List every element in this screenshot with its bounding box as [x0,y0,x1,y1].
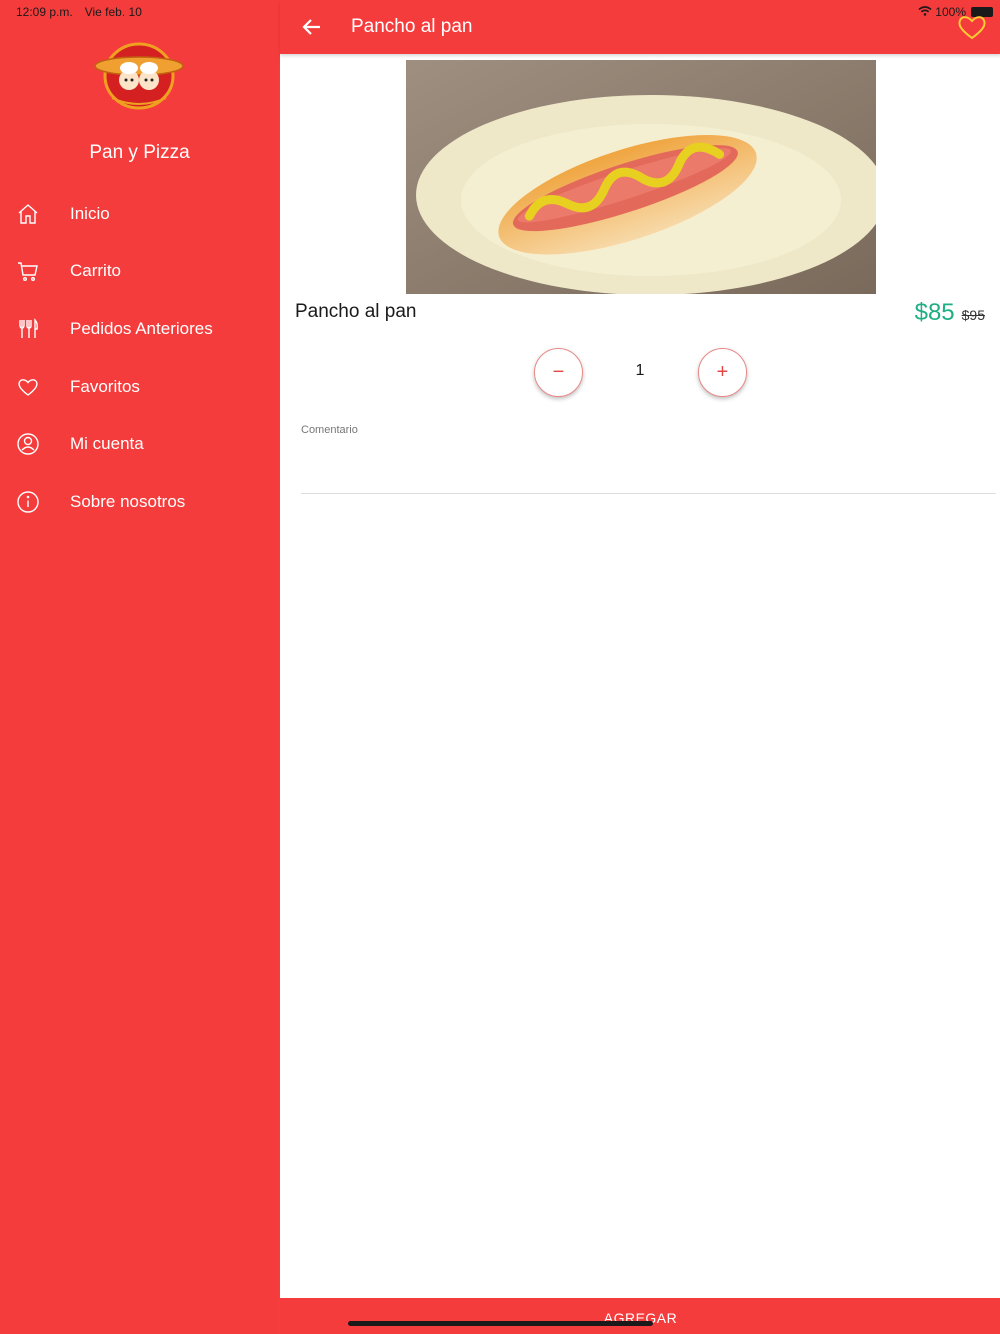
quantity-decrease-button[interactable]: − [534,348,583,397]
cutlery-icon [15,316,41,342]
sidebar: 12:09 p.m. Vie feb. 10 Pan y Pizza Inici… [0,0,279,1334]
sidebar-item-pedidos-anteriores[interactable]: Pedidos Anteriores [0,300,279,358]
add-button[interactable]: AGREGAR [280,1298,1000,1334]
back-button[interactable] [300,15,324,39]
heart-icon [15,374,41,400]
minus-icon: − [552,361,565,383]
product-image [406,60,876,294]
home-indicator [348,1321,653,1326]
main-content: Pancho al pan 100% Pancho al pan $85 $95… [279,0,1000,1334]
favorite-button[interactable] [955,11,989,41]
product-price: $85 [914,299,955,326]
quantity-increase-button[interactable]: + [698,348,747,397]
brand-logo [94,38,184,110]
sidebar-item-mi-cuenta[interactable]: Mi cuenta [0,415,279,473]
product-old-price: $95 [961,307,985,323]
sidebar-item-label: Mi cuenta [70,434,144,454]
status-time: 12:09 p.m. [16,5,73,19]
price-box: $85 $95 [915,299,985,327]
sidebar-item-label: Sobre nosotros [70,491,186,511]
product-name: Pancho al pan [295,301,417,322]
home-icon [15,201,41,227]
sidebar-item-sobre-nosotros[interactable]: Sobre nosotros [0,473,279,531]
sidebar-item-favoritos[interactable]: Favoritos [0,358,279,416]
plus-icon: + [716,361,729,383]
comment-input[interactable] [301,442,996,494]
heart-outline-icon [955,16,989,45]
brand-name: Pan y Pizza [89,142,190,163]
status-date: Vie feb. 10 [84,5,142,19]
sidebar-item-carrito[interactable]: Carrito [0,243,279,301]
sidebar-item-label: Favoritos [70,376,140,396]
sidebar-item-label: Inicio [70,203,110,223]
sidebar-menu: Inicio Carrito Pedidos Anteriores Favori… [0,185,279,531]
quantity-value: 1 [635,362,645,379]
status-bar-left: 12:09 p.m. Vie feb. 10 [16,5,142,19]
user-icon [15,431,41,457]
app-bar: Pancho al pan 100% [280,0,1000,54]
page-title: Pancho al pan [351,16,473,37]
sidebar-item-inicio[interactable]: Inicio [0,185,279,243]
comment-label: Comentario [301,424,358,436]
sidebar-item-label: Pedidos Anteriores [70,318,213,338]
arrow-left-icon [300,19,324,43]
sidebar-item-label: Carrito [70,261,122,281]
cart-icon [15,258,41,284]
wifi-icon [918,5,932,19]
info-icon [15,489,41,515]
